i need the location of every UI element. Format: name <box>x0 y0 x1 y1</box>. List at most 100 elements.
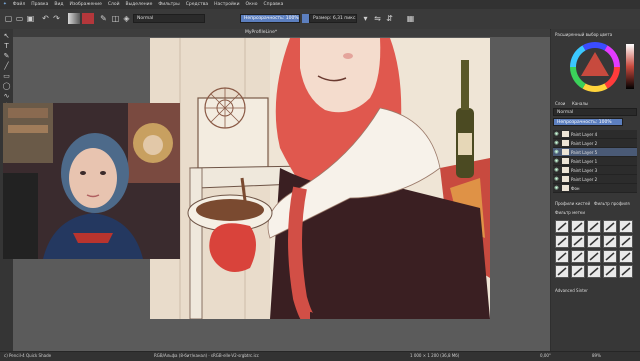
menu-file[interactable]: Файл <box>10 2 28 7</box>
pattern-swatch[interactable] <box>82 13 94 24</box>
ellipse-tool-icon[interactable]: ◯ <box>2 81 11 90</box>
brush-preset[interactable] <box>571 265 585 278</box>
brush-preset[interactable] <box>555 235 569 248</box>
mirror-vertical-icon[interactable]: ⇵ <box>384 13 395 24</box>
layer-row[interactable]: ◉ Paint Layer 1 <box>553 157 637 166</box>
layer-opacity-slider[interactable]: Непрозрачность: 100% <box>553 118 623 126</box>
brush-stroke-icon <box>621 267 631 276</box>
channels-tab[interactable]: Каналы <box>572 101 588 106</box>
brush-preset[interactable] <box>587 235 601 248</box>
select-shapes-icon[interactable]: ↖ <box>2 31 11 40</box>
color-wheel-graphic <box>570 42 620 92</box>
save-icon[interactable]: ▣ <box>25 13 36 24</box>
eye-icon[interactable]: ◉ <box>553 167 560 173</box>
color-lightness-slider[interactable] <box>626 44 634 89</box>
eye-icon[interactable]: ◉ <box>553 140 560 146</box>
menu-image[interactable]: Изображение <box>66 2 104 7</box>
undo-icon[interactable]: ↶ <box>40 13 51 24</box>
open-document-icon[interactable]: ▭ <box>14 13 25 24</box>
menu-window[interactable]: Окно <box>243 2 261 7</box>
brush-preset-icon[interactable]: ✎ <box>98 13 109 24</box>
brush-preset[interactable] <box>619 220 633 233</box>
gradient-swatch[interactable] <box>68 13 80 24</box>
brush-preset[interactable] <box>603 250 617 263</box>
brush-preset[interactable] <box>555 250 569 263</box>
blend-mode-select[interactable]: Normal <box>133 14 205 23</box>
menu-view[interactable]: Вид <box>51 2 66 7</box>
new-document-icon[interactable]: ▢ <box>3 13 14 24</box>
menu-edit[interactable]: Правка <box>28 2 51 7</box>
brush-preset[interactable] <box>571 250 585 263</box>
brush-presets-filter[interactable]: Фильтр профиля <box>594 201 630 206</box>
color-wheel[interactable] <box>570 42 620 92</box>
brush-preset[interactable] <box>619 265 633 278</box>
brush-preset[interactable] <box>555 265 569 278</box>
layer-row[interactable]: ◉ Paint Layer 4 <box>553 130 637 139</box>
layer-thumbnail <box>562 176 569 182</box>
layer-row[interactable]: ◉ Фон <box>553 184 637 193</box>
status-zoom[interactable]: 89% <box>592 353 601 358</box>
brush-preset[interactable] <box>619 250 633 263</box>
opacity-slider[interactable]: Непрозрачность: 100% <box>240 14 300 23</box>
preserve-alpha-icon[interactable]: ◈ <box>121 13 132 24</box>
brush-preset[interactable] <box>571 235 585 248</box>
text-tool-icon[interactable]: T <box>2 41 11 50</box>
brush-preset[interactable] <box>603 265 617 278</box>
opacity-slider-handle[interactable] <box>302 14 309 23</box>
brush-preset[interactable] <box>619 235 633 248</box>
brush-stroke-icon <box>573 267 583 276</box>
layers-tab[interactable]: Слои <box>555 101 565 106</box>
app-logo-icon[interactable]: ✦ <box>0 2 10 7</box>
document-tab-bar <box>13 29 550 37</box>
size-slider[interactable]: Размер: 6,31 пикс. <box>309 14 357 23</box>
brush-tag-filter[interactable]: Фильтр метки <box>555 210 585 215</box>
status-rotation[interactable]: 0,00° <box>540 353 551 358</box>
layer-thumbnail <box>562 140 569 146</box>
line-tool-icon[interactable]: ╱ <box>2 61 11 70</box>
menu-settings[interactable]: Настройки <box>211 2 242 7</box>
brush-preset[interactable] <box>603 220 617 233</box>
color-panel-tab[interactable]: Расширенный выбор цвета <box>555 32 612 37</box>
brush-stroke-icon <box>621 237 631 246</box>
brush-preset[interactable] <box>571 220 585 233</box>
brush-preset[interactable] <box>587 250 601 263</box>
layer-thumbnail <box>562 158 569 164</box>
brush-preset[interactable] <box>587 220 601 233</box>
size-lock-icon[interactable]: ▾ <box>360 13 371 24</box>
layer-row[interactable]: ◉ Paint Layer 2 <box>553 139 637 148</box>
rectangle-tool-icon[interactable]: ▭ <box>2 71 11 80</box>
layer-row[interactable]: ◉ Paint Layer 5 <box>553 148 637 157</box>
eye-icon[interactable]: ◉ <box>553 149 560 155</box>
eye-icon[interactable]: ◉ <box>553 158 560 164</box>
brush-stroke-icon <box>589 222 599 231</box>
brush-stroke-icon <box>589 252 599 261</box>
redo-icon[interactable]: ↷ <box>51 13 62 24</box>
menu-select[interactable]: Выделение <box>123 2 156 7</box>
mirror-horizontal-icon[interactable]: ⇋ <box>372 13 383 24</box>
brush-preset[interactable] <box>555 220 569 233</box>
brush-stroke-icon <box>573 252 583 261</box>
status-brush: c) Pencil-4 Quick Shade <box>4 353 52 358</box>
brush-preset[interactable] <box>587 265 601 278</box>
layer-row[interactable]: ◉ Paint Layer 3 <box>553 166 637 175</box>
document-tab[interactable]: MyProfileLine* <box>245 30 277 36</box>
workspace-icon[interactable]: ▦ <box>405 13 416 24</box>
brush-preset[interactable] <box>603 235 617 248</box>
artwork-canvas[interactable] <box>150 38 490 319</box>
menu-help[interactable]: Справка <box>261 2 287 7</box>
path-tool-icon[interactable]: ∿ <box>2 91 11 100</box>
brush-presets-title: Профили кистей <box>555 201 591 206</box>
layer-blend-mode-select[interactable]: Normal <box>553 108 637 116</box>
eye-icon[interactable]: ◉ <box>553 185 560 191</box>
eraser-mode-icon[interactable]: ◫ <box>110 13 121 24</box>
brush-stroke-icon <box>589 237 599 246</box>
layer-row[interactable]: ◉ Paint Layer 2 <box>553 175 637 184</box>
brush-stroke-icon <box>621 222 631 231</box>
menu-layer[interactable]: Слой <box>105 2 123 7</box>
eye-icon[interactable]: ◉ <box>553 131 560 137</box>
menu-tools[interactable]: Средства <box>183 2 211 7</box>
menu-filters[interactable]: Фильтры <box>155 2 182 7</box>
eye-icon[interactable]: ◉ <box>553 176 560 182</box>
brush-tool-icon[interactable]: ✎ <box>2 51 11 60</box>
brush-stroke-icon <box>557 267 567 276</box>
